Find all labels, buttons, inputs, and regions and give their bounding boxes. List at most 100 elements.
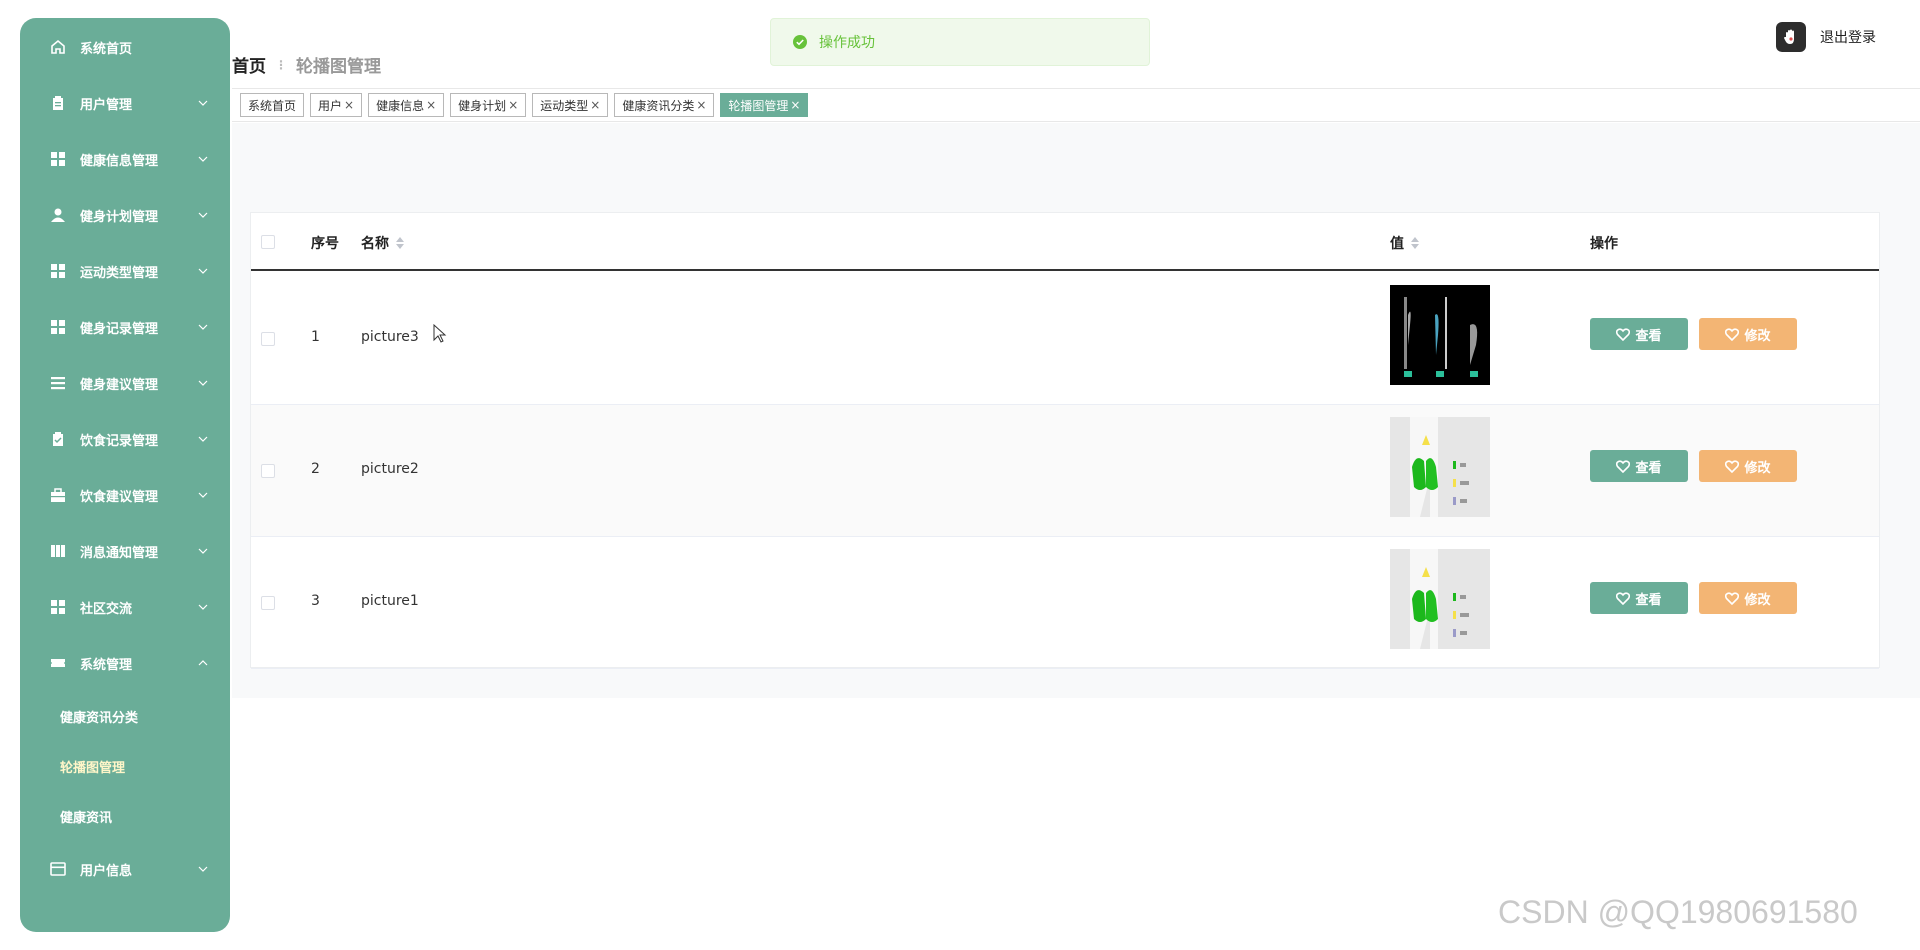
close-icon[interactable]: ×: [426, 98, 436, 112]
chevron-down-icon: [198, 100, 208, 106]
edit-button[interactable]: 修改: [1699, 582, 1797, 614]
user-icon: [51, 208, 65, 222]
menu-label: 健身记录管理: [80, 321, 159, 337]
dark-anatomy-image: [1390, 285, 1490, 385]
chevron-down-icon: [198, 156, 208, 162]
table-row: 2 picture2 查看 修改: [251, 405, 1879, 537]
edit-button[interactable]: 修改: [1699, 450, 1797, 482]
columns-icon: [51, 545, 65, 557]
card-icon: [50, 862, 66, 876]
chevron-down-icon: [198, 380, 208, 386]
tab-label: 运动类型: [540, 98, 589, 113]
row-index: 3: [311, 593, 320, 609]
close-icon[interactable]: ×: [790, 98, 800, 112]
edit-button[interactable]: 修改: [1699, 318, 1797, 350]
logout-label: 退出登录: [1820, 30, 1876, 46]
menu-item-system[interactable]: 系统管理: [20, 648, 230, 678]
success-toast: 操作成功: [770, 18, 1150, 66]
menu-item-sport-type[interactable]: 运动类型管理: [20, 256, 230, 286]
menu-item-notice[interactable]: 消息通知管理: [20, 536, 230, 566]
grid-icon: [51, 152, 65, 166]
row-checkbox[interactable]: [261, 464, 275, 478]
tab-home[interactable]: 系统首页: [240, 93, 305, 117]
row-index: 1: [311, 329, 320, 345]
hand-icon: [1784, 29, 1794, 44]
close-icon[interactable]: ×: [508, 98, 518, 112]
logout-button[interactable]: 退出登录: [1776, 22, 1876, 52]
chevron-down-icon: [198, 492, 208, 498]
submenu-label: 轮播图管理: [60, 760, 126, 776]
chevron-down-icon: [198, 548, 208, 554]
column-header-actions: 操作: [1590, 236, 1618, 252]
close-icon[interactable]: ×: [344, 98, 354, 112]
menu-label: 运动类型管理: [80, 265, 159, 281]
heart-icon: [1616, 459, 1631, 473]
submenu-label: 健康资讯: [60, 810, 113, 826]
tab-health-news-category[interactable]: 健康资讯分类 ×: [614, 93, 715, 117]
column-header-value[interactable]: 值: [1390, 233, 1420, 253]
tab-carousel-manage[interactable]: 轮播图管理 ×: [720, 93, 809, 117]
grid-icon: [51, 264, 65, 278]
close-icon[interactable]: ×: [696, 98, 706, 112]
menu-label: 健身建议管理: [80, 377, 159, 393]
row-image-thumbnail[interactable]: [1390, 285, 1490, 385]
view-button[interactable]: 查看: [1590, 318, 1688, 350]
chevron-down-icon: [198, 212, 208, 218]
grid-icon: [51, 600, 65, 614]
row-image-thumbnail[interactable]: [1390, 417, 1490, 517]
mouse-cursor-icon: [433, 324, 447, 343]
avatar: [1776, 22, 1806, 52]
edit-button-label: 修改: [1744, 460, 1771, 476]
tab-label: 健身计划: [458, 98, 507, 113]
chevron-down-icon: [198, 866, 208, 872]
tab-sport-type[interactable]: 运动类型 ×: [532, 93, 609, 117]
heart-icon: [1725, 459, 1740, 473]
row-checkbox[interactable]: [261, 596, 275, 610]
heart-icon: [1616, 591, 1631, 605]
carousel-table: 序号 名称 值 操作 1 picture3 查看 修改 2 picture2 查…: [250, 212, 1880, 669]
heart-icon: [1725, 591, 1740, 605]
list-icon: [51, 377, 65, 390]
menu-label: 社区交流: [80, 601, 133, 617]
grid-icon: [51, 320, 65, 334]
row-index: 2: [311, 461, 320, 477]
submenu-item-health-news-category[interactable]: 健康资讯分类: [60, 704, 138, 728]
tab-label: 轮播图管理: [728, 98, 789, 113]
column-header-name[interactable]: 名称: [361, 233, 405, 253]
view-button[interactable]: 查看: [1590, 582, 1688, 614]
select-all-checkbox[interactable]: [261, 235, 275, 249]
sort-icon[interactable]: [1410, 236, 1420, 250]
close-icon[interactable]: ×: [590, 98, 600, 112]
tab-health-info[interactable]: 健康信息 ×: [368, 93, 445, 117]
heart-icon: [1616, 327, 1631, 341]
menu-item-user-info[interactable]: 用户信息: [20, 854, 230, 884]
menu-item-user-manage[interactable]: 用户管理: [20, 88, 230, 118]
row-checkbox[interactable]: [261, 332, 275, 346]
view-button[interactable]: 查看: [1590, 450, 1688, 482]
column-header-index: 序号: [311, 236, 339, 252]
menu-item-home[interactable]: 系统首页: [20, 32, 230, 62]
menu-item-diet-record[interactable]: 饮食记录管理: [20, 424, 230, 454]
menu-label: 系统管理: [80, 657, 133, 673]
menu-label: 用户信息: [80, 863, 133, 879]
submenu-item-health-news[interactable]: 健康资讯: [60, 804, 112, 828]
row-image-thumbnail[interactable]: [1390, 549, 1490, 649]
chevron-down-icon: [198, 324, 208, 330]
menu-item-health-info[interactable]: 健康信息管理: [20, 144, 230, 174]
tab-fitness-plan[interactable]: 健身计划 ×: [450, 93, 527, 117]
menu-item-fitness-plan[interactable]: 健身计划管理: [20, 200, 230, 230]
tab-user[interactable]: 用户 ×: [310, 93, 363, 117]
menu-item-fitness-advice[interactable]: 健身建议管理: [20, 368, 230, 398]
lung-diagram-image: [1390, 549, 1490, 649]
menu-item-diet-advice[interactable]: 饮食建议管理: [20, 480, 230, 510]
menu-label: 消息通知管理: [80, 545, 159, 561]
menu-item-fitness-record[interactable]: 健身记录管理: [20, 312, 230, 342]
breadcrumb-home[interactable]: 首页: [232, 52, 266, 77]
sort-icon[interactable]: [395, 236, 405, 250]
table-row: 3 picture1 查看 修改: [251, 537, 1879, 669]
view-button-label: 查看: [1635, 460, 1662, 476]
menu-item-community[interactable]: 社区交流: [20, 592, 230, 622]
home-icon: [51, 39, 65, 54]
submenu-item-carousel-manage[interactable]: 轮播图管理: [60, 754, 125, 778]
breadcrumb: 首页 ⋮ 轮播图管理: [232, 52, 381, 77]
